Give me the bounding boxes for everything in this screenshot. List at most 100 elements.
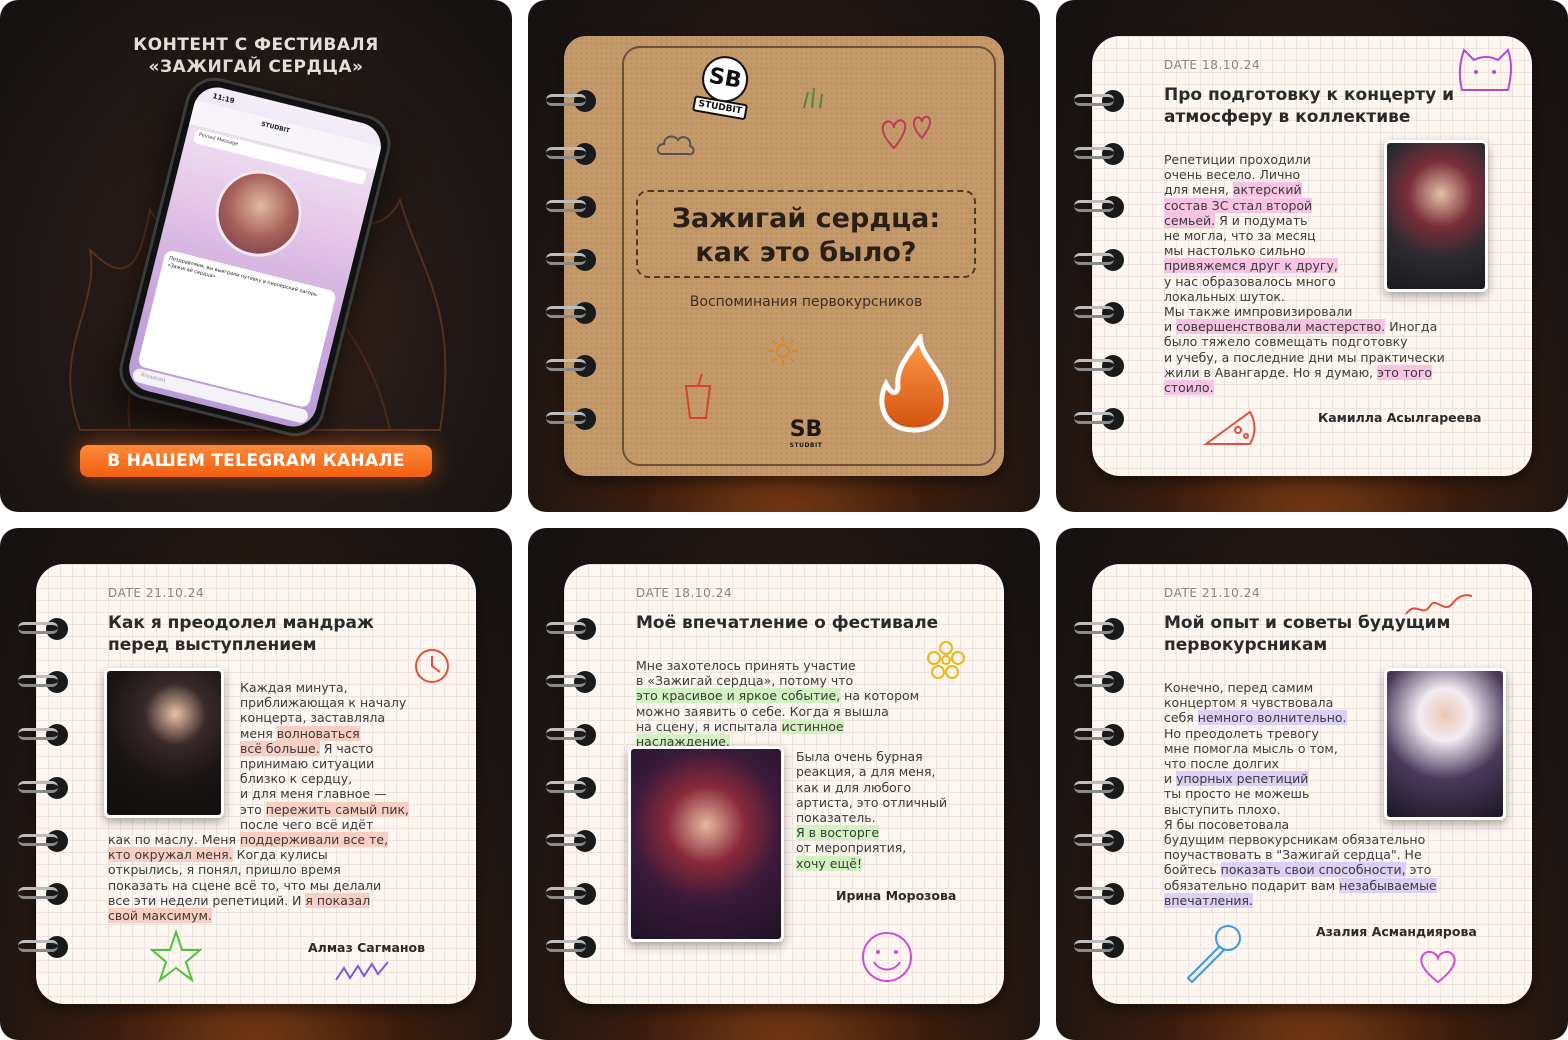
text-line: Мне захотелось принять участие [636,658,947,673]
spiral-ring-icon [1074,671,1126,693]
text-segment: в «Зажигай сердца», потому что [636,673,854,689]
text-segment: как по маслу. Меня [108,832,240,848]
text-segment: Конечно, перед самим [1164,680,1314,695]
author-photo [1384,668,1506,820]
spiral-ring-icon [546,936,598,958]
spiral-ring-icon [1074,830,1126,852]
cover-title-line1: Зажигай сердца: [671,203,941,234]
text-line: и для меня главное — [108,786,409,801]
ring-wire [1074,200,1114,212]
text-line: и совершенствовали мастерство. Иногда [1164,319,1445,335]
card-date: DATE 18.10.24 [636,586,733,600]
highlighted-text: впечатления. [1164,892,1254,908]
text-segment: после чего всё идёт [240,816,374,832]
ring-wire [1074,253,1114,265]
ring-wire [1074,887,1114,899]
card-author: Ирина Морозова [836,888,957,903]
text-line: после чего всё идёт [108,817,409,832]
spiral-ring-icon [1074,90,1126,112]
text-segment: Мы также импровизировали [1164,304,1353,320]
card-title: Про подготовку к концерту и атмосферу в … [1164,85,1455,127]
text-segment: Была очень бурная [796,749,923,765]
ring-wire [546,781,586,793]
squiggle-icon [335,961,389,981]
text-segment: Но преодолеть тревогу [1164,725,1319,741]
spiral-ring-icon [546,196,598,218]
spiral-ring-icon [546,143,598,165]
text-line: можно заявить о себе. Когда я вышла [636,704,947,719]
ring-wire [1074,412,1114,424]
ring-wire [1074,306,1114,318]
text-segment: от мероприятия, [796,840,907,856]
text-line: Каждая минута, [108,680,409,695]
text-segment: бойтесь [1164,862,1221,878]
spiral-ring-icon [1074,143,1126,165]
author-photo [1384,140,1488,292]
highlighted-text: волноваться [276,725,360,741]
text-segment: Репетиции проходили [1164,152,1311,167]
spiral-ring-icon [546,408,598,430]
text-segment: показать на сцене всё то, что мы делали [108,877,382,893]
ring-wire [546,147,586,159]
ring-wire [1074,781,1114,793]
ring-wire [1074,147,1114,159]
heart-icon [881,115,932,150]
ring-wire [18,728,58,740]
spiral-ring-icon [1074,196,1126,218]
text-segment: мы настолько сильно [1164,243,1306,259]
cover-title: Зажигай сердца: как это было? [636,202,976,270]
ring-wire [546,728,586,740]
ring-wire [1074,622,1114,634]
spiral-ring-icon [1074,777,1126,799]
spiral-ring-icon [1074,883,1126,905]
ring-wire [546,940,586,952]
text-line: как по маслу. Меня поддерживали все те, [108,832,409,848]
text-segment: локальных шуток. [1164,288,1285,304]
highlighted-text: поддерживали все те, [239,832,389,848]
cover-subtitle: Воспоминания первокурсников [689,294,923,310]
text-line: в «Зажигай сердца», потому что [636,673,947,688]
spiral-ring-icon [18,671,70,693]
text-line: близко к сердцу, [108,771,409,786]
highlighted-text: пережить самый пик, [265,801,410,817]
ring-wire [1074,834,1114,846]
spiral-ring-icon [546,724,598,746]
highlighted-text: семьей. [1164,212,1216,228]
highlighted-text: всё больше. [240,740,320,756]
text-line: стоило. [1164,380,1445,396]
highlighted-text: совершенствовали мастерство. [1176,319,1386,335]
text-line: бойтесь показать свои способности, это [1164,862,1437,878]
text-line: Мы также импровизировали [1164,304,1445,319]
text-line: открылись, я понял, пришло время [108,862,409,877]
text-line: на сцену, я испытала истинное [636,718,947,734]
text-segment: как и для любого [796,779,912,795]
text-segment: Я часто [319,740,374,756]
story-tile-4: DATE 21.10.24 Мой опыт и советы будущим … [1056,528,1568,1040]
card-author: Азалия Асмандиярова [1316,924,1477,939]
star-icon [150,928,202,983]
spiral-ring-icon [1074,936,1126,958]
text-segment: показатель. [796,810,876,826]
text-segment: Иногда [1385,319,1438,335]
text-segment: поучаствовать в "Зажигай сердца". Не [1164,847,1422,863]
text-line: свой максимум. [108,908,409,924]
spiral-ring-icon [1074,618,1126,640]
promo-heading: КОНТЕНТ С ФЕСТИВАЛЯ «ЗАЖИГАЙ СЕРДЦА» [0,34,512,78]
text-segment: близко к сердцу, [240,771,353,787]
ring-wire [546,200,586,212]
text-segment: меня [240,725,277,741]
grass-icon [803,87,823,109]
telegram-channel-button[interactable]: В НАШЕМ TELEGRAM КАНАЛЕ [80,445,432,477]
bottom-logo: SB STUDBIT [786,417,826,450]
spiral-ring-icon [1074,302,1126,324]
microphone-icon [1186,925,1241,984]
text-line: показать на сцене всё то, что мы делали [108,878,409,893]
author-photo [628,746,784,942]
text-segment: приближающая к началу [240,695,407,711]
text-segment: реакция, а для меня, [796,764,936,780]
ring-wire [546,359,586,371]
text-line: все эти недели репетиций. И я показал [108,892,409,908]
ring-wire [18,675,58,687]
text-line: жили в Авангарде. Но я думаю, это того [1164,364,1445,380]
bottom-logo-mark: SB [789,417,823,442]
